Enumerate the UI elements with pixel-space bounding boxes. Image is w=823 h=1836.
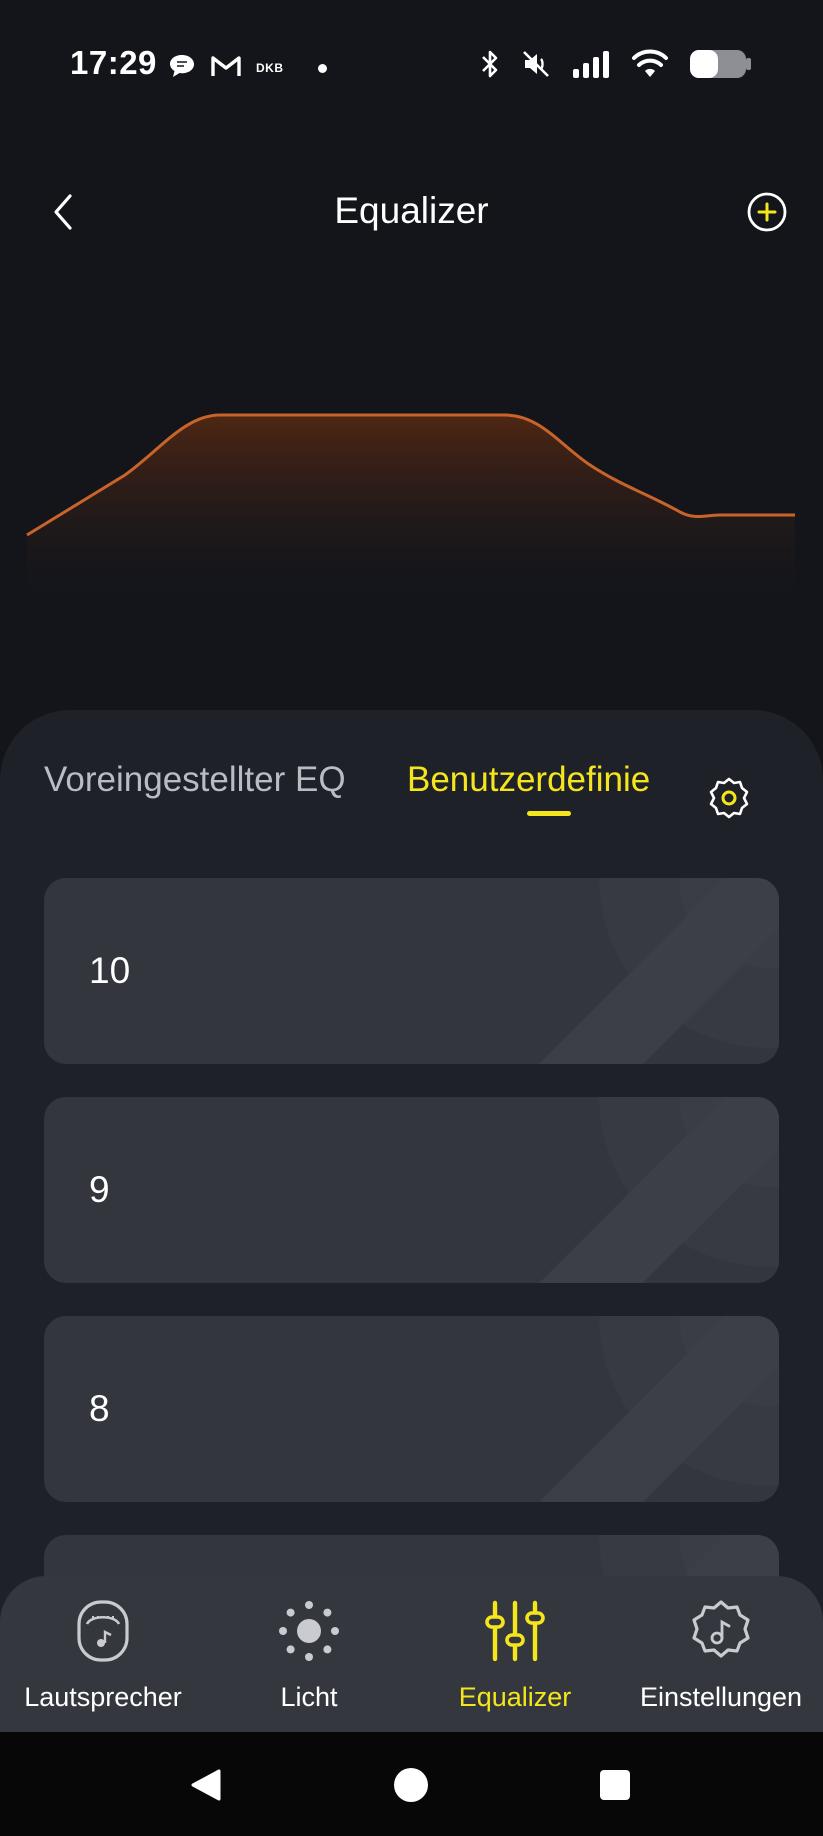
mute-icon (521, 49, 551, 84)
tab-preset-eq[interactable]: Voreingestellter EQ (44, 760, 346, 800)
sun-icon (279, 1601, 339, 1661)
notification-dot-icon (317, 63, 327, 73)
page-title: Equalizer (334, 190, 489, 231)
card-decoration (539, 878, 779, 1064)
status-right-icons (479, 44, 753, 88)
system-back-button[interactable] (180, 1760, 230, 1810)
card-decoration (539, 1097, 779, 1283)
gmail-icon (210, 54, 242, 83)
preset-name: 10 (89, 950, 131, 991)
bottom-navigation: Lautsprecher Licht Equalizer Einstellung… (0, 1576, 823, 1732)
preset-name: 9 (89, 1169, 110, 1210)
system-nav-bar (0, 1732, 823, 1836)
preset-card[interactable]: 9 (44, 1097, 779, 1283)
eq-curve-fill (27, 415, 795, 620)
eq-settings-button[interactable] (707, 776, 751, 820)
nav-item-einstellungen[interactable]: Einstellungen (618, 1596, 823, 1726)
gear-icon (709, 777, 749, 819)
dkb-icon: DKB (256, 61, 284, 75)
nav-label: Lautsprecher (24, 1682, 182, 1712)
system-recents-button[interactable] (590, 1760, 640, 1810)
nav-label: Einstellungen (639, 1682, 803, 1712)
status-left-icons: DKB (168, 48, 327, 88)
tab-custom-eq[interactable]: Benutzerdefinie (407, 760, 663, 800)
nav-item-lautsprecher[interactable]: Lautsprecher (0, 1596, 206, 1726)
system-home-button[interactable] (386, 1760, 436, 1810)
nav-item-licht[interactable]: Licht (206, 1596, 412, 1726)
sliders-icon (485, 1600, 545, 1662)
nav-label: Licht (280, 1682, 338, 1712)
add-preset-button[interactable] (745, 190, 789, 234)
bluetooth-icon (479, 48, 501, 85)
card-decoration (539, 1316, 779, 1502)
gear-music-icon (692, 1600, 750, 1658)
nav-label: Equalizer (458, 1682, 572, 1712)
back-triangle-icon (191, 1769, 221, 1801)
active-tab-indicator (527, 811, 571, 816)
chat-bubble-icon (168, 53, 196, 84)
preset-name: 8 (89, 1388, 110, 1429)
home-circle-icon (394, 1768, 428, 1802)
status-time: 17:29 (70, 44, 157, 81)
speaker-icon (77, 1600, 129, 1662)
preset-card[interactable]: 8 (44, 1316, 779, 1502)
nav-item-equalizer[interactable]: Equalizer (412, 1596, 618, 1726)
wifi-icon (631, 49, 669, 84)
preset-card[interactable]: 10 (44, 878, 779, 1064)
app-header: Equalizer (0, 170, 823, 254)
battery-icon (689, 48, 753, 85)
recents-square-icon (600, 1770, 630, 1800)
status-bar: 17:29 DKB (0, 0, 823, 130)
eq-tabs: Voreingestellter EQ Benutzerdefinie (0, 740, 823, 830)
plus-circle-icon (747, 192, 787, 232)
signal-icon (571, 49, 611, 84)
eq-curve-graph (26, 413, 795, 620)
